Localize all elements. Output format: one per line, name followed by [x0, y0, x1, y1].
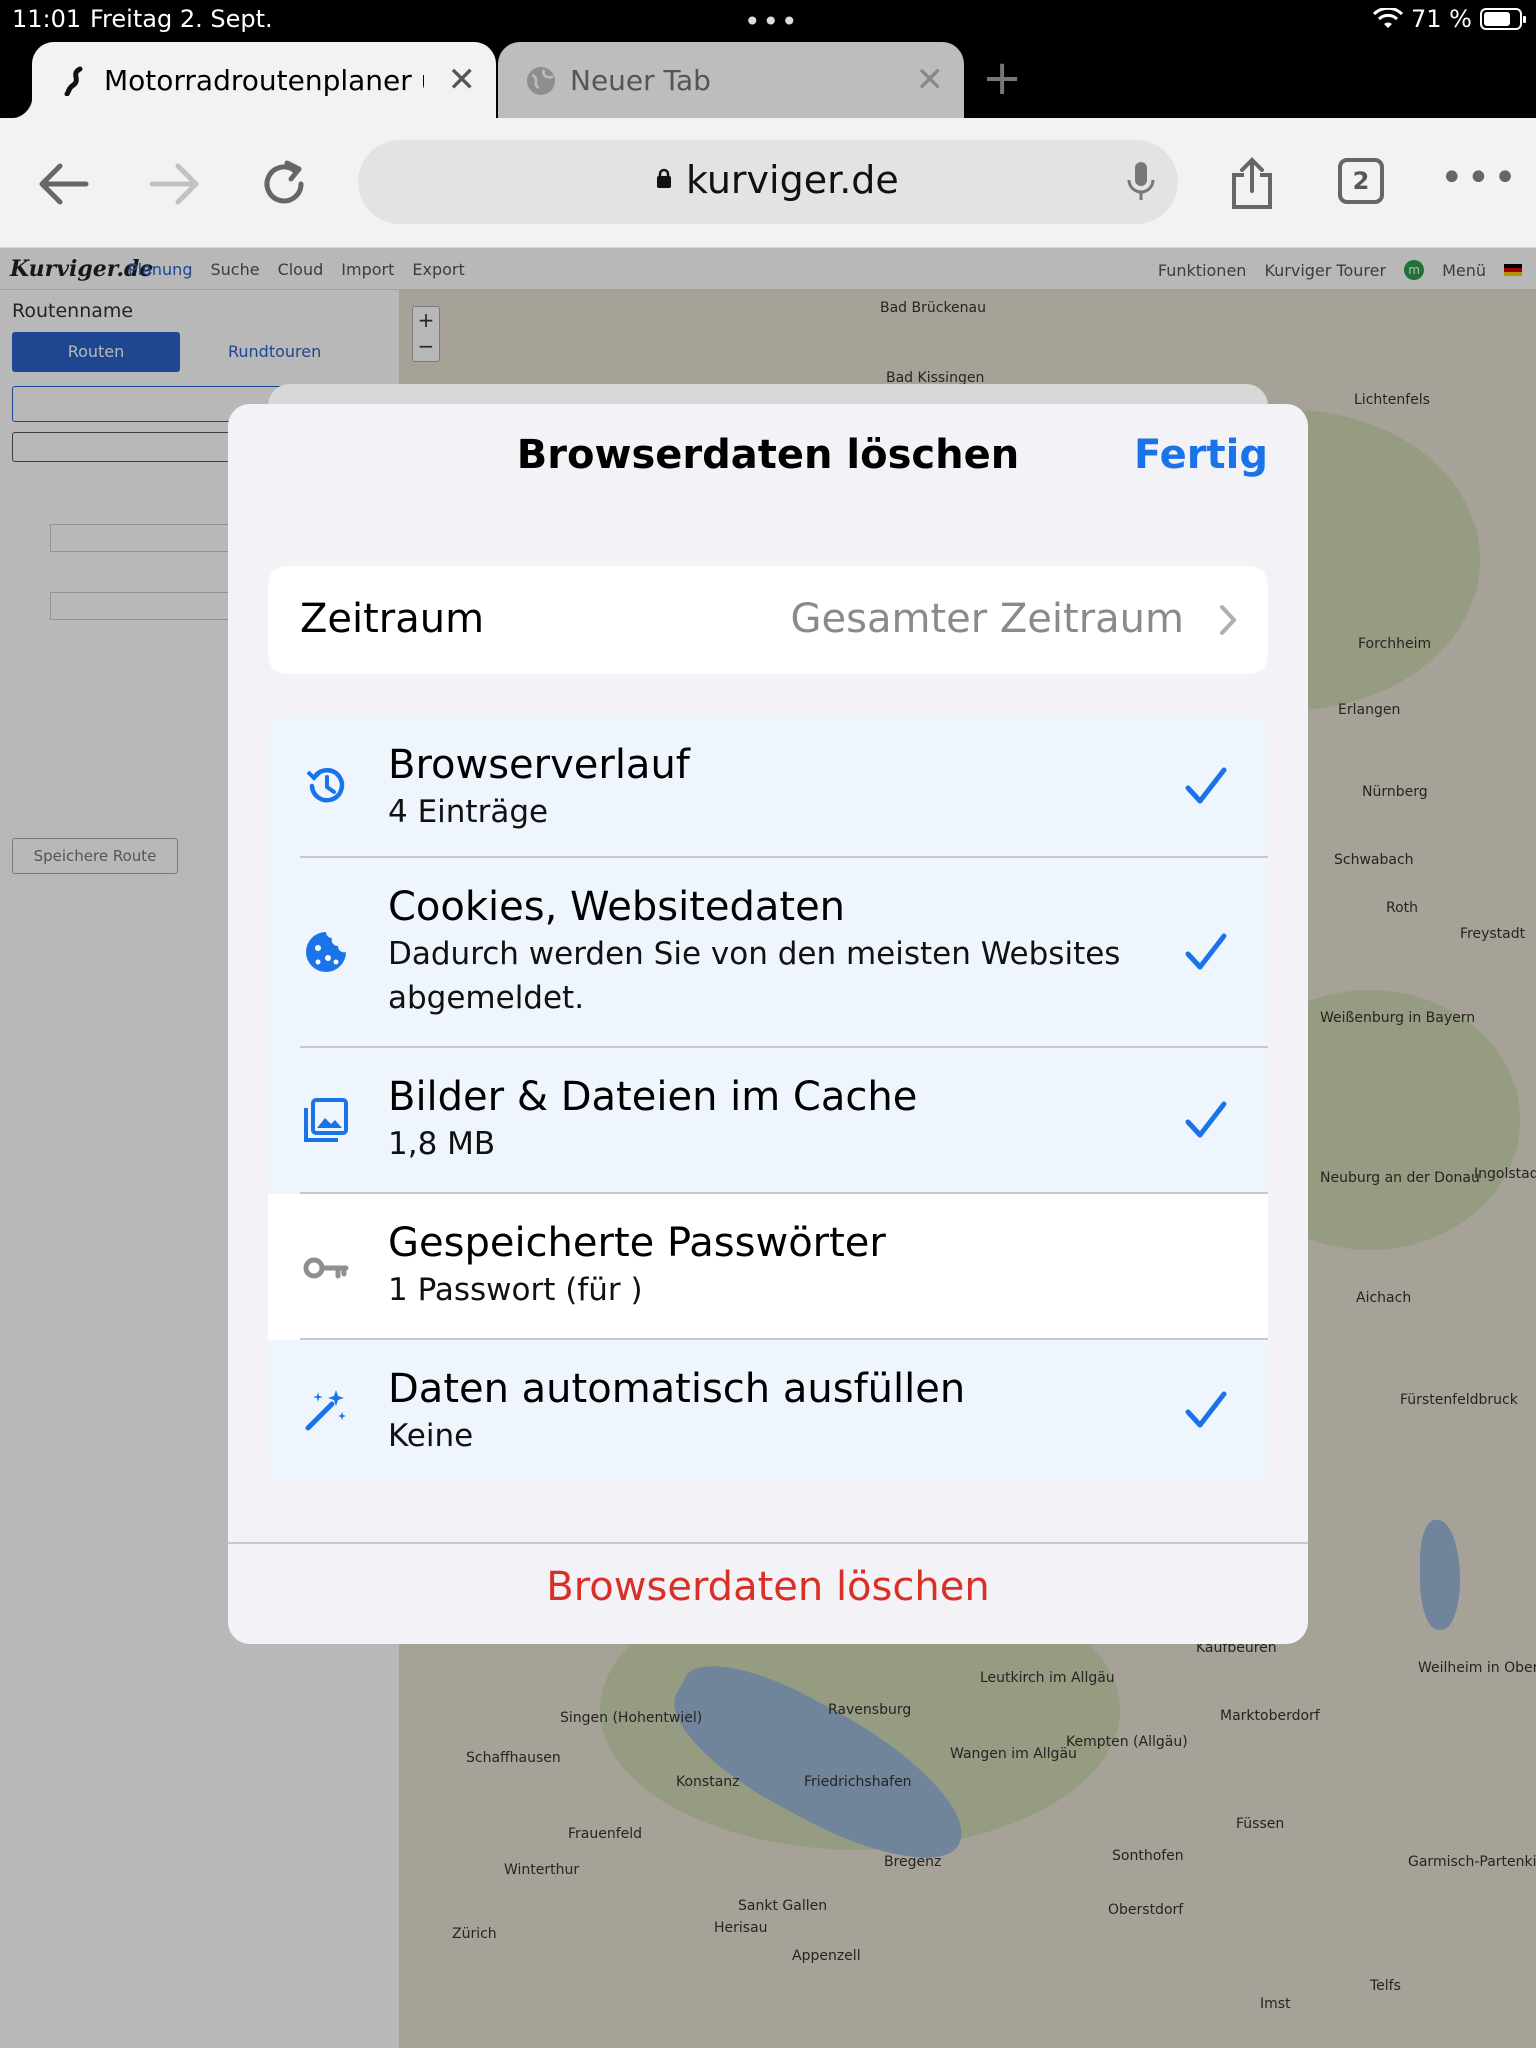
close-tab-icon[interactable]: ✕ — [448, 60, 477, 100]
tab-switcher-button[interactable]: 2 — [1338, 158, 1384, 204]
checkmark-icon — [1185, 1391, 1227, 1428]
list-item-cookies[interactable]: Cookies, Websitedaten Dadurch werden Sie… — [268, 858, 1268, 1048]
checkmark-icon — [1185, 767, 1227, 804]
item-title: Cookies, Websitedaten — [388, 884, 846, 930]
tab-label: Motorradroutenplaner un — [104, 64, 424, 97]
chevron-right-icon — [1220, 605, 1236, 635]
time-range-row[interactable]: Zeitraum Gesamter Zeitraum — [268, 566, 1268, 674]
image-cache-icon — [304, 1098, 348, 1142]
history-icon — [306, 767, 345, 803]
reload-icon — [264, 160, 304, 204]
status-bar: 11:01 Freitag 2. Sept. ••• 71 % — [0, 0, 1536, 40]
lock-icon — [657, 168, 671, 188]
item-title: Daten automatisch ausfüllen — [388, 1366, 966, 1412]
item-subtitle: Dadurch werden Sie von den meisten Websi… — [388, 936, 1121, 1016]
item-title: Bilder & Dateien im Cache — [388, 1074, 918, 1120]
microphone-icon[interactable] — [1126, 160, 1156, 204]
list-item-cache[interactable]: Bilder & Dateien im Cache 1,8 MB — [268, 1048, 1268, 1194]
footer-divider — [228, 1542, 1308, 1544]
cookie-icon — [306, 932, 346, 972]
globe-icon — [527, 67, 555, 95]
tab-new[interactable]: Neuer Tab ✕ — [498, 42, 964, 118]
more-menu-icon[interactable]: ••• — [1440, 158, 1520, 198]
reload-button[interactable] — [254, 154, 314, 214]
tab-label: Neuer Tab — [570, 64, 711, 97]
clear-browsing-data-sheet: Browserdaten löschen Fertig Zeitraum Ges… — [228, 404, 1308, 1644]
key-icon — [303, 1257, 349, 1279]
item-subtitle: 4 Einträge — [388, 794, 549, 830]
time-range-value: Gesamter Zeitraum — [790, 596, 1184, 642]
item-title: Gespeicherte Passwörter — [388, 1220, 886, 1266]
item-subtitle: 1 Passwort (für ) — [388, 1272, 643, 1308]
close-tab-icon[interactable]: ✕ — [916, 60, 945, 100]
arrow-left-icon — [39, 163, 89, 205]
new-tab-icon[interactable]: + — [982, 54, 1022, 102]
address-bar[interactable]: kurviger.de — [358, 140, 1178, 224]
item-subtitle: Keine — [388, 1418, 474, 1454]
browser-toolbar: kurviger.de 2 ••• — [0, 118, 1536, 248]
arrow-right-icon — [149, 163, 199, 205]
tab-kurviger[interactable]: Motorradroutenplaner un ✕ — [10, 42, 496, 118]
list-item-autofill[interactable]: Daten automatisch ausfüllen Keine — [268, 1340, 1268, 1482]
data-types-list: Browserverlauf 4 Einträge Cookies, Websi… — [268, 716, 1268, 1482]
done-button[interactable]: Fertig — [1134, 432, 1268, 478]
status-date: Freitag 2. Sept. — [90, 5, 273, 33]
list-item-passwords[interactable]: Gespeicherte Passwörter 1 Passwort (für … — [268, 1194, 1268, 1340]
list-item-history[interactable]: Browserverlauf 4 Einträge — [268, 716, 1268, 858]
url-text: kurviger.de — [686, 158, 899, 202]
battery-percent: 71 % — [1411, 5, 1472, 33]
checkmark-icon — [1185, 1101, 1227, 1138]
item-subtitle: 1,8 MB — [388, 1126, 496, 1162]
battery-icon — [1480, 8, 1526, 30]
share-button[interactable] — [1222, 154, 1282, 214]
kurviger-favicon-icon — [64, 66, 83, 96]
forward-button[interactable] — [144, 154, 204, 214]
magic-wand-icon — [305, 1390, 346, 1431]
checkmark-icon — [1185, 933, 1227, 970]
tab-bar: Motorradroutenplaner un ✕ Neuer Tab ✕ + — [0, 40, 1536, 118]
time-range-label: Zeitraum — [300, 596, 485, 642]
status-time: 11:01 — [12, 5, 82, 33]
wifi-icon — [1373, 8, 1404, 28]
multitasking-dots-icon[interactable]: ••• — [744, 8, 800, 36]
clear-browsing-data-button[interactable]: Browserdaten löschen — [228, 1564, 1308, 1610]
back-button[interactable] — [34, 154, 94, 214]
item-title: Browserverlauf — [388, 742, 690, 788]
share-icon — [1232, 157, 1272, 209]
